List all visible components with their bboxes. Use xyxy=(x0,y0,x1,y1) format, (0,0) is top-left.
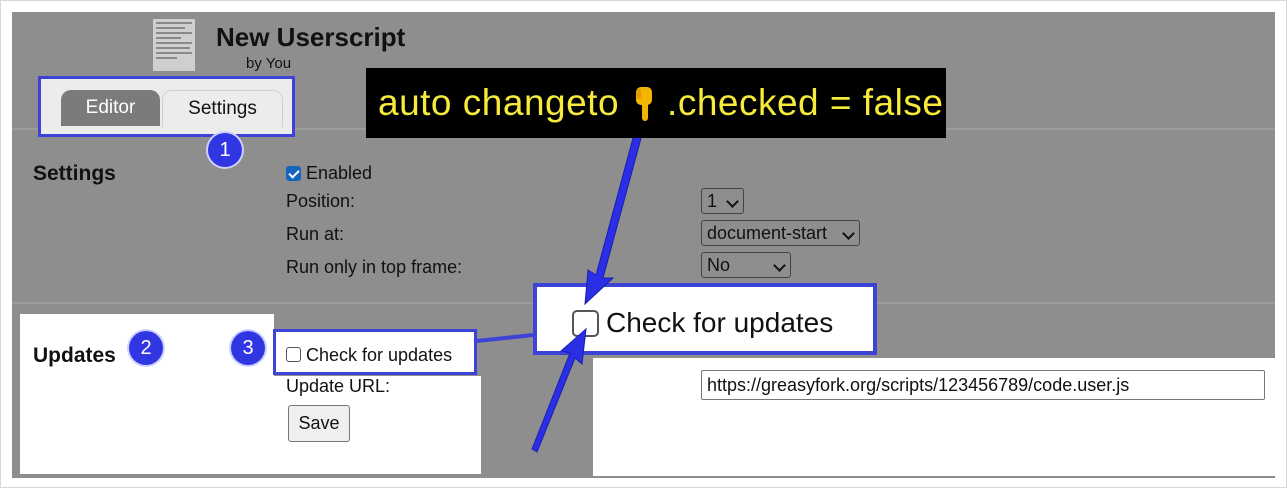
arrow-up-icon xyxy=(531,327,587,453)
annotation-before: auto changeto xyxy=(378,82,620,123)
callout-connector xyxy=(476,333,534,343)
arrow-down-icon xyxy=(584,126,644,306)
annotation-after: .checked = false xyxy=(667,82,944,123)
annotation-note: auto changeto .checked = false xyxy=(366,68,946,138)
backhand-index-pointing-down-icon xyxy=(636,87,653,122)
badge-3: 3 xyxy=(231,331,265,365)
badge-2: 2 xyxy=(129,331,163,365)
badge-1: 1 xyxy=(208,133,242,167)
